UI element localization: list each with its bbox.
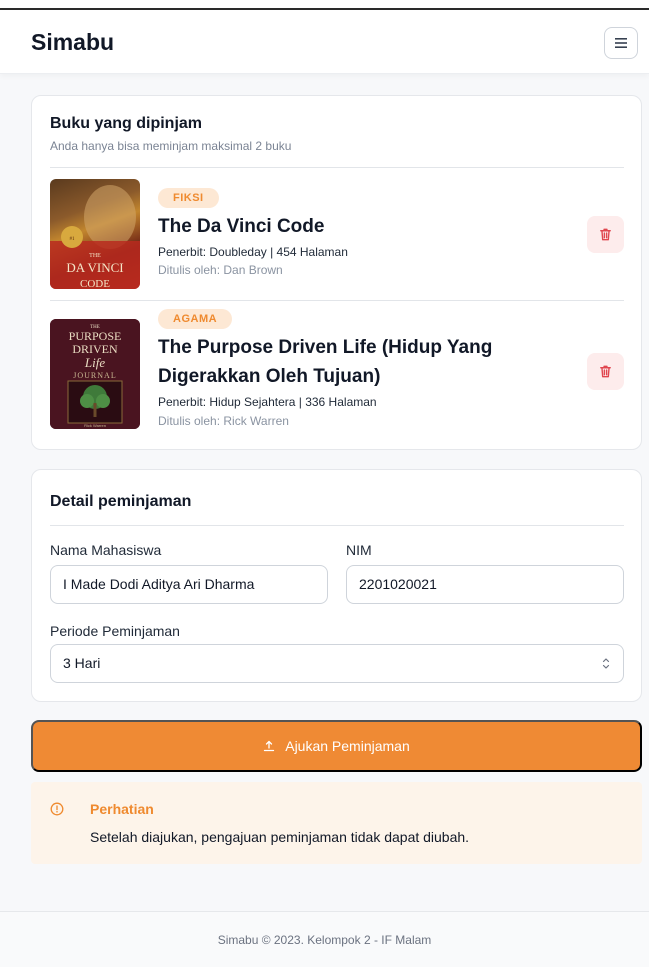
trash-icon [600, 228, 611, 241]
remove-book-button[interactable] [587, 216, 624, 253]
upload-icon [264, 740, 275, 752]
svg-text:Life: Life [84, 355, 105, 370]
book-cover-image: #1 THE DA VINCI CODE [50, 179, 140, 289]
list-item: THE PURPOSE DRIVEN Life JOURNAL Rick War… [50, 309, 624, 432]
student-name-field[interactable]: I Made Dodi Aditya Ari Dharma [50, 565, 328, 604]
loan-period-select[interactable]: 3 Hari [50, 644, 624, 683]
hamburger-menu-icon [615, 38, 627, 48]
borrowed-books-title: Buku yang dipinjam [50, 115, 203, 132]
alert-title: Perhatian [90, 801, 154, 817]
divider [50, 300, 624, 301]
list-item: #1 THE DA VINCI CODE FIKSI The Da Vinci … [50, 179, 624, 289]
menu-button[interactable] [604, 27, 638, 59]
divider [50, 167, 624, 168]
nim-field[interactable]: 2201020021 [346, 565, 624, 604]
svg-text:#1: #1 [70, 237, 76, 242]
svg-text:PURPOSE: PURPOSE [69, 329, 122, 343]
submit-loan-label: Ajukan Peminjaman [285, 738, 410, 754]
svg-text:JOURNAL: JOURNAL [73, 371, 116, 380]
attention-alert: Perhatian Setelah diajukan, pengajuan pe… [31, 782, 642, 864]
category-badge: AGAMA [158, 309, 233, 329]
submit-loan-button[interactable]: Ajukan Peminjaman [31, 720, 642, 772]
nim-label: NIM [346, 542, 372, 558]
chevron-up-down-icon [602, 658, 610, 669]
student-name-label: Nama Mahasiswa [50, 542, 162, 558]
book-author: Ditulis oleh: Rick Warren [158, 414, 289, 428]
svg-text:THE: THE [89, 253, 101, 259]
book-title-line-1: The Purpose Driven Life (Hidup Yang [158, 337, 493, 358]
loan-detail-card: Detail peminjaman Nama Mahasiswa NIM I M… [31, 469, 642, 702]
book-title: The Da Vinci Code [158, 216, 325, 237]
divider [50, 525, 624, 526]
svg-text:DA VINCI: DA VINCI [66, 260, 123, 275]
brand-title: Simabu [31, 29, 115, 55]
window-top-edge [0, 0, 649, 10]
svg-text:Rick Warren: Rick Warren [84, 423, 106, 428]
loan-detail-title: Detail peminjaman [50, 493, 192, 510]
borrowed-books-subtitle: Anda hanya bisa meminjam maksimal 2 buku [50, 139, 292, 153]
app-header: Simabu [0, 10, 649, 74]
alert-circle-icon [50, 802, 64, 816]
alert-message: Setelah diajukan, pengajuan peminjaman t… [90, 829, 470, 845]
trash-icon [600, 365, 611, 378]
book-title-line-2: Digerakkan Oleh Tujuan) [158, 366, 381, 387]
remove-book-button[interactable] [587, 353, 624, 390]
svg-text:DRIVEN: DRIVEN [72, 342, 118, 356]
book-cover-image: THE PURPOSE DRIVEN Life JOURNAL Rick War… [50, 319, 140, 429]
category-badge: FIKSI [158, 188, 219, 208]
loan-period-label: Periode Peminjaman [50, 623, 180, 639]
book-publisher-pages: Penerbit: Hidup Sejahtera | 336 Halaman [158, 395, 377, 409]
loan-period-value: 3 Hari [63, 655, 101, 671]
svg-text:CODE: CODE [80, 278, 110, 289]
book-author: Ditulis oleh: Dan Brown [158, 263, 283, 277]
borrowed-books-card: Buku yang dipinjam Anda hanya bisa memin… [31, 95, 642, 450]
book-publisher-pages: Penerbit: Doubleday | 454 Halaman [158, 245, 348, 259]
footer-text: Simabu © 2023. Kelompok 2 - IF Malam [217, 933, 432, 947]
page-footer: Simabu © 2023. Kelompok 2 - IF Malam [0, 911, 649, 967]
